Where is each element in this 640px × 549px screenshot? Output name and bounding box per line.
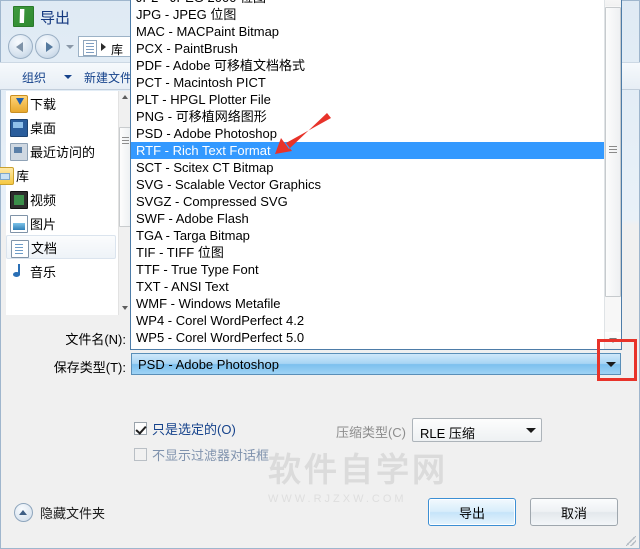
dropdown-item[interactable]: WP4 - Corel WordPerfect 4.2 bbox=[131, 312, 621, 329]
dropdown-item[interactable]: SVGZ - Compressed SVG bbox=[131, 193, 621, 210]
recent-places-icon bbox=[10, 143, 28, 161]
dialog-title: 导出 bbox=[40, 10, 71, 27]
compression-type-combobox[interactable]: RLE 压缩 bbox=[412, 418, 542, 442]
dropdown-item[interactable]: TGA - Targa Bitmap bbox=[131, 227, 621, 244]
new-folder-button[interactable]: 新建文件 bbox=[84, 69, 132, 86]
sidebar-item-recent-places[interactable]: 最近访问的 bbox=[6, 139, 118, 163]
cancel-button[interactable]: 取消 bbox=[530, 498, 618, 526]
scrollbar-grip bbox=[122, 137, 129, 138]
documents-icon bbox=[11, 240, 29, 258]
address-text: 库 bbox=[111, 43, 124, 57]
navigation-pane: 下载桌面最近访问的库视频图片文档音乐 bbox=[0, 91, 131, 315]
corel-export-icon bbox=[13, 6, 34, 27]
dropdown-item[interactable]: PNG - 可移植网络图形 bbox=[131, 108, 621, 125]
no-filter-dialog-label: 不显示过滤器对话框 bbox=[152, 448, 270, 463]
dropdown-item[interactable]: RTF - Rich Text Format bbox=[131, 142, 621, 159]
sidebar-item-label: 视频 bbox=[30, 192, 57, 208]
selected-only-checkbox[interactable] bbox=[134, 422, 147, 435]
dropdown-item[interactable]: PSD - Adobe Photoshop bbox=[131, 125, 621, 142]
collapse-up-icon[interactable] bbox=[14, 503, 33, 522]
caret-down-icon[interactable] bbox=[64, 75, 72, 79]
libraries-icon bbox=[0, 167, 14, 185]
sidebar-item-videos[interactable]: 视频 bbox=[6, 187, 118, 211]
sidebar-item-documents[interactable]: 文档 bbox=[6, 235, 116, 259]
downloads-icon bbox=[10, 95, 28, 113]
sidebar-item-music[interactable]: 音乐 bbox=[6, 259, 118, 283]
sidebar-item-label: 库 bbox=[16, 168, 30, 184]
dropdown-item[interactable]: PDF - Adobe 可移植文档格式 bbox=[131, 57, 621, 74]
dropdown-scrollbar[interactable] bbox=[604, 0, 621, 349]
sidebar-item-label: 桌面 bbox=[30, 120, 57, 136]
dropdown-scrollbar-grip bbox=[609, 146, 617, 147]
dropdown-scrollbar-thumb[interactable] bbox=[605, 7, 621, 297]
dropdown-item[interactable]: TXT - ANSI Text bbox=[131, 278, 621, 295]
dropdown-rows: JP2 - JPEG 2000 位图JPG - JPEG 位图MAC - MAC… bbox=[131, 0, 621, 346]
dropdown-item[interactable]: WMF - Windows Metafile bbox=[131, 295, 621, 312]
sidebar-item-label: 最近访问的 bbox=[30, 144, 96, 160]
dropdown-item[interactable]: PCX - PaintBrush bbox=[131, 40, 621, 57]
sidebar-item-label: 音乐 bbox=[30, 264, 57, 280]
music-icon bbox=[10, 263, 26, 279]
dropdown-item[interactable]: TIF - TIFF 位图 bbox=[131, 244, 621, 261]
scroll-up-icon[interactable] bbox=[605, 0, 621, 6]
hide-folders-label: 隐藏文件夹 bbox=[40, 506, 106, 521]
sidebar-item-desktop[interactable]: 桌面 bbox=[6, 115, 118, 139]
save-type-label: 保存类型(T): bbox=[53, 360, 126, 375]
selected-only-label: 只是选定的(O) bbox=[152, 422, 236, 437]
dropdown-item[interactable]: SWF - Adobe Flash bbox=[131, 210, 621, 227]
videos-icon bbox=[10, 191, 28, 209]
sidebar-item-label: 图片 bbox=[30, 216, 57, 232]
dropdown-item[interactable]: WP5 - Corel WordPerfect 5.0 bbox=[131, 329, 621, 346]
sidebar-item-label: 下载 bbox=[30, 96, 57, 112]
chevron-right-icon bbox=[101, 43, 106, 51]
sidebar-item-pictures[interactable]: 图片 bbox=[6, 211, 118, 235]
export-dialog-screenshot: 导出 库 组织 新建文件 下载 桌面 最近访问的库视频 图片 文档 音乐 文件名(N): … bbox=[0, 0, 640, 549]
dropdown-item[interactable]: PLT - HPGL Plotter File bbox=[131, 91, 621, 108]
dropdown-item[interactable]: SVG - Scalable Vector Graphics bbox=[131, 176, 621, 193]
file-type-dropdown-list[interactable]: JP2 - JPEG 2000 位图JPG - JPEG 位图MAC - MAC… bbox=[130, 0, 622, 350]
sidebar-item-downloads[interactable]: 下载 bbox=[6, 91, 118, 115]
organize-button[interactable]: 组织 bbox=[22, 69, 46, 86]
sidebar-list: 下载桌面最近访问的库视频图片文档音乐 bbox=[0, 91, 118, 283]
export-button[interactable]: 导出 bbox=[428, 498, 516, 526]
dropdown-item[interactable]: SCT - Scitex CT Bitmap bbox=[131, 159, 621, 176]
document-icon bbox=[83, 40, 97, 56]
dropdown-item[interactable]: MAC - MACPaint Bitmap bbox=[131, 23, 621, 40]
compression-dropdown-arrow[interactable] bbox=[521, 419, 541, 441]
file-name-label: 文件名(N): bbox=[65, 332, 126, 347]
dropdown-item[interactable]: TTF - True Type Font bbox=[131, 261, 621, 278]
no-filter-dialog-checkbox-row[interactable]: 不显示过滤器对话框 bbox=[134, 445, 269, 464]
dropdown-item[interactable]: JPG - JPEG 位图 bbox=[131, 6, 621, 23]
compression-type-label: 压缩类型(C) bbox=[335, 425, 406, 440]
dropdown-item[interactable]: PCT - Macintosh PICT bbox=[131, 74, 621, 91]
hide-folders-button[interactable]: 隐藏文件夹 bbox=[14, 503, 105, 522]
save-type-value: PSD - Adobe Photoshop bbox=[138, 357, 279, 372]
desktop-icon bbox=[10, 119, 28, 137]
sidebar-item-label: 文档 bbox=[31, 240, 58, 256]
sidebar-item-libraries[interactable]: 库 bbox=[0, 163, 118, 187]
resize-grip-icon[interactable] bbox=[626, 536, 636, 546]
back-arrow-icon[interactable] bbox=[8, 34, 33, 59]
annotation-rectangle bbox=[597, 339, 637, 381]
compression-type-value: RLE 压缩 bbox=[420, 426, 475, 441]
save-type-combobox[interactable]: PSD - Adobe Photoshop bbox=[131, 353, 621, 375]
chevron-down-icon[interactable] bbox=[66, 45, 74, 49]
selected-only-checkbox-row[interactable]: 只是选定的(O) bbox=[134, 419, 236, 438]
pictures-icon bbox=[10, 215, 28, 233]
forward-arrow-icon[interactable] bbox=[35, 34, 60, 59]
no-filter-dialog-checkbox[interactable] bbox=[134, 448, 147, 461]
